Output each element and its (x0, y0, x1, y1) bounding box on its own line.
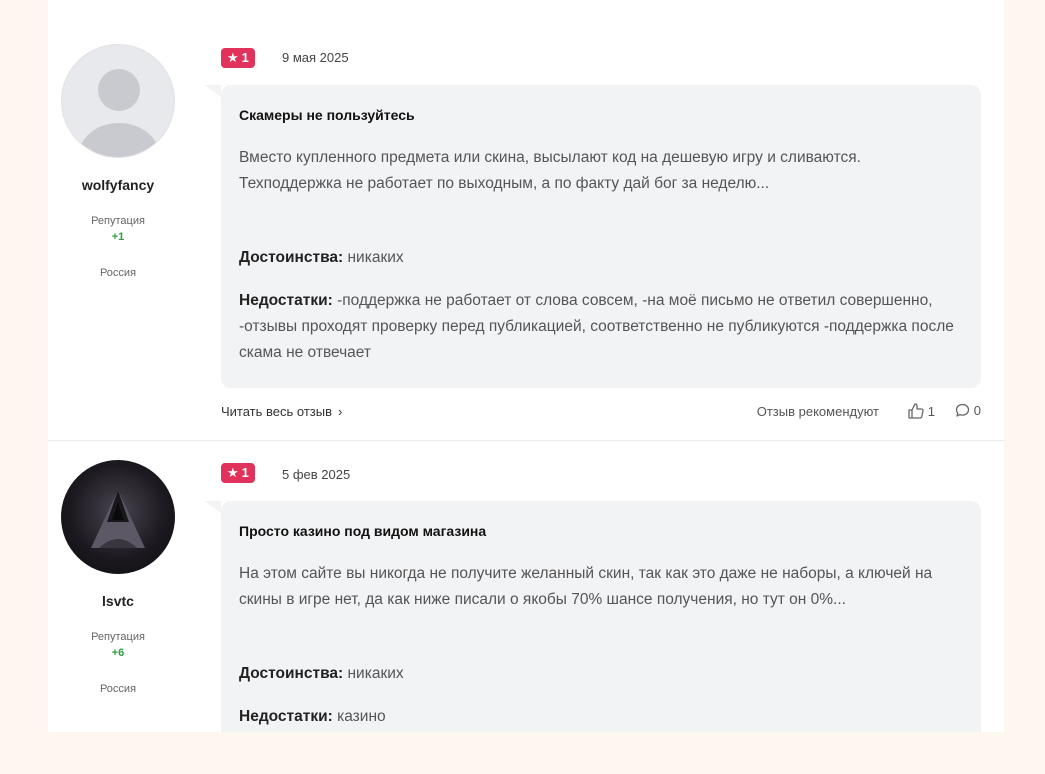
rating-value: 1 (241, 50, 249, 65)
review-body: Скамеры не пользуйтесь Вместо купленного… (205, 85, 981, 388)
reputation-label: Репутация (91, 631, 145, 643)
comment-icon (955, 403, 969, 417)
rating-badge: ★ 1 (221, 463, 255, 483)
pros-label: Достоинства: (239, 249, 344, 266)
read-full-review-link[interactable]: Читать весь отзыв › (221, 404, 342, 419)
hooded-figure-icon (91, 490, 145, 548)
author-name[interactable]: wolfyfancy (48, 177, 188, 193)
like-button[interactable]: 1 (907, 402, 935, 420)
avatar[interactable] (61, 44, 175, 158)
author-name[interactable]: lsvtc (48, 593, 188, 609)
review-cons: Недостатки: казино (239, 704, 964, 730)
review-date: 9 мая 2025 (282, 50, 349, 65)
comments-button[interactable]: 0 (954, 402, 981, 419)
cons-text: -поддержка не работает от слова совсем, … (239, 292, 954, 361)
reviews-feed: wolfyfancy Репутация +1 Россия ★ 1 9 мая… (48, 0, 1004, 732)
cons-label: Недостатки: (239, 292, 333, 309)
rating-value: 1 (241, 465, 249, 480)
pros-text: никаких (347, 665, 404, 682)
author-country: Россия (99, 683, 137, 695)
reputation-label: Репутация (91, 215, 145, 227)
review-date: 5 фев 2025 (282, 467, 351, 482)
read-full-review-label: Читать весь отзыв (221, 404, 333, 419)
star-icon: ★ (227, 465, 239, 480)
review-cons: Недостатки: -поддержка не работает от сл… (239, 288, 964, 366)
review-title[interactable]: Скамеры не пользуйтесь (239, 107, 415, 123)
review-pros: Достоинства: никаких (239, 249, 404, 267)
chevron-right-icon: › (338, 404, 343, 419)
user-silhouette-icon (79, 69, 159, 157)
review-card: lsvtc Репутация +6 Россия ★ 1 5 фев 2025… (48, 441, 1004, 732)
review-pros: Достоинства: никаких (239, 665, 404, 683)
recommend-label: Отзыв рекомендуют (756, 404, 879, 419)
pros-text: никаких (347, 249, 404, 266)
pros-label: Достоинства: (239, 665, 344, 682)
avatar[interactable] (61, 460, 175, 574)
author-country: Россия (99, 267, 137, 279)
review-title[interactable]: Просто казино под видом магазина (239, 523, 486, 539)
cons-label: Недостатки: (239, 708, 333, 725)
review-card: wolfyfancy Репутация +1 Россия ★ 1 9 мая… (48, 0, 1004, 440)
star-icon: ★ (227, 50, 239, 65)
review-text: Вместо купленного предмета или скина, вы… (239, 149, 861, 192)
rating-badge: ★ 1 (221, 48, 255, 68)
reputation-value: +1 (111, 231, 125, 243)
cons-text: казино (337, 708, 386, 725)
review-body: Просто казино под видом магазина На этом… (205, 501, 981, 732)
thumbs-up-icon (908, 403, 924, 419)
reputation-value: +6 (111, 647, 125, 659)
likes-count: 1 (927, 403, 935, 419)
review-footer: Читать весь отзыв › Отзыв рекомендуют 1 0 (221, 402, 983, 422)
review-text: На этом сайте вы никогда не получите жел… (239, 565, 933, 608)
comments-count: 0 (973, 403, 981, 418)
